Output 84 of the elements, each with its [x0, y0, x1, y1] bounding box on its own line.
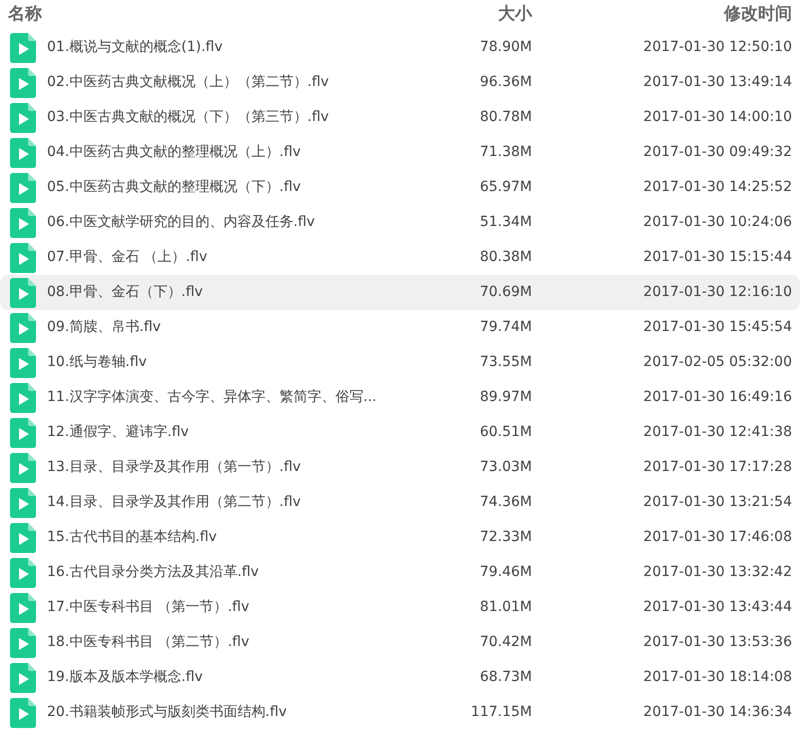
file-size: 78.90M [478, 38, 532, 57]
modified-time: 2017-01-30 14:36:34 [642, 703, 792, 722]
video-file-icon [10, 312, 36, 342]
video-file-icon [10, 208, 36, 238]
file-size: 117.15M [470, 703, 532, 722]
modified-time: 2017-01-30 17:46:08 [642, 528, 792, 547]
file-name: 13.目录、目录学及其作用（第一节）.flv [47, 458, 302, 477]
modified-time: 2017-01-30 13:43:44 [642, 598, 792, 617]
file-size: 74.36M [478, 493, 532, 512]
modified-time: 2017-01-30 15:15:44 [642, 248, 792, 267]
file-row-highlight[interactable]: 08.甲骨、金石（下）.flv 70.69M 2017-01-30 12:16:10 [0, 275, 800, 310]
modified-time: 2017-01-30 09:49:32 [642, 143, 792, 162]
file-name: 16.古代目录分类方法及其沿革.flv [47, 563, 260, 582]
video-file-icon [10, 558, 36, 588]
file-size: 71.38M [478, 143, 532, 162]
modified-time: 2017-01-30 13:21:54 [642, 493, 792, 512]
file-size: 72.33M [478, 528, 532, 547]
file-size: 70.69M [478, 283, 532, 302]
video-file-icon [10, 348, 36, 378]
file-name: 17.中医专科书目 （第一节）.flv [47, 598, 250, 617]
column-header[interactable]: 大小 [412, 2, 532, 28]
file-name: 01.概说与文献的概念(1).flv [47, 38, 224, 57]
modified-time: 2017-01-30 10:24:06 [642, 213, 792, 232]
file-size: 73.55M [478, 353, 532, 372]
file-name: 06.中医文献学研究的目的、内容及任务.flv [47, 213, 316, 232]
modified-time: 2017-01-30 12:50:10 [642, 38, 792, 57]
video-file-icon [10, 68, 36, 98]
file-name: 15.古代书目的基本结构.flv [47, 528, 218, 547]
modified-time: 2017-01-30 16:49:16 [642, 388, 792, 407]
video-file-icon [10, 452, 36, 482]
modified-time: 2017-01-30 13:53:36 [642, 633, 792, 652]
video-file-icon [10, 138, 36, 168]
modified-time: 2017-01-30 18:14:08 [642, 668, 792, 687]
modified-time: 2017-01-30 13:32:42 [642, 563, 792, 582]
video-file-icon [10, 488, 36, 518]
modified-time: 2017-01-30 12:16:10 [642, 283, 792, 302]
column-header[interactable]: 修改时间 [532, 2, 792, 28]
video-file-icon [10, 32, 36, 62]
modified-time: 2017-01-30 15:45:54 [642, 318, 792, 337]
video-file-icon [10, 418, 36, 448]
video-file-icon [10, 698, 36, 728]
modified-time: 2017-02-05 05:32:00 [642, 353, 792, 372]
video-file-icon [10, 172, 36, 202]
file-size: 70.42M [478, 633, 532, 652]
file-name: 02.中医药古典文献概况（上）（第二节）.flv [47, 73, 330, 92]
modified-time: 2017-01-30 13:49:14 [642, 73, 792, 92]
file-size: 51.34M [478, 213, 532, 232]
file-size: 96.36M [478, 73, 532, 92]
video-file-icon [10, 592, 36, 622]
video-file-icon [10, 278, 36, 308]
file-size: 80.38M [478, 248, 532, 267]
video-file-icon [10, 662, 36, 692]
modified-time: 2017-01-30 14:25:52 [642, 178, 792, 197]
video-file-icon [10, 102, 36, 132]
file-size: 73.03M [478, 458, 532, 477]
file-size: 89.97M [478, 388, 532, 407]
file-size: 81.01M [478, 598, 532, 617]
file-size: 60.51M [478, 423, 532, 442]
video-file-icon [10, 628, 36, 658]
file-size: 80.78M [478, 108, 532, 127]
file-name: 04.中医药古典文献的整理概况（上）.flv [47, 143, 302, 162]
file-size: 65.97M [478, 178, 532, 197]
file-name: 12.通假字、避讳字.flv [47, 423, 190, 442]
modified-time: 2017-01-30 17:17:28 [642, 458, 792, 477]
file-name: 10.纸与卷轴.flv [47, 353, 148, 372]
file-name: 07.甲骨、金石 （上）.flv [47, 248, 208, 267]
video-file-icon [10, 242, 36, 272]
file-name: 14.目录、目录学及其作用（第二节）.flv [47, 493, 302, 512]
file-size: 79.74M [478, 318, 532, 337]
file-size: 79.46M [478, 563, 532, 582]
column-header[interactable]: 名称 [8, 2, 412, 28]
file-name: 20.书籍装帧形式与版刻类书面结构.flv [47, 703, 288, 722]
modified-time: 2017-01-30 14:00:10 [642, 108, 792, 127]
video-file-icon [10, 522, 36, 552]
file-size: 68.73M [478, 668, 532, 687]
modified-time: 2017-01-30 12:41:38 [642, 423, 792, 442]
file-name: 11.汉字字体演变、古今字、异体字、繁简字、俗写... [47, 388, 378, 407]
file-name: 18.中医专科书目 （第二节）.flv [47, 633, 250, 652]
file-name: 05.中医药古典文献的整理概况（下）.flv [47, 178, 302, 197]
video-file-icon [10, 382, 36, 412]
file-name: 19.版本及版本学概念.flv [47, 668, 204, 687]
file-name: 09.简牍、帛书.flv [47, 318, 162, 337]
file-name: 08.甲骨、金石（下）.flv [47, 283, 204, 302]
file-name: 03.中医古典文献的概况（下）（第三节）.flv [47, 108, 330, 127]
